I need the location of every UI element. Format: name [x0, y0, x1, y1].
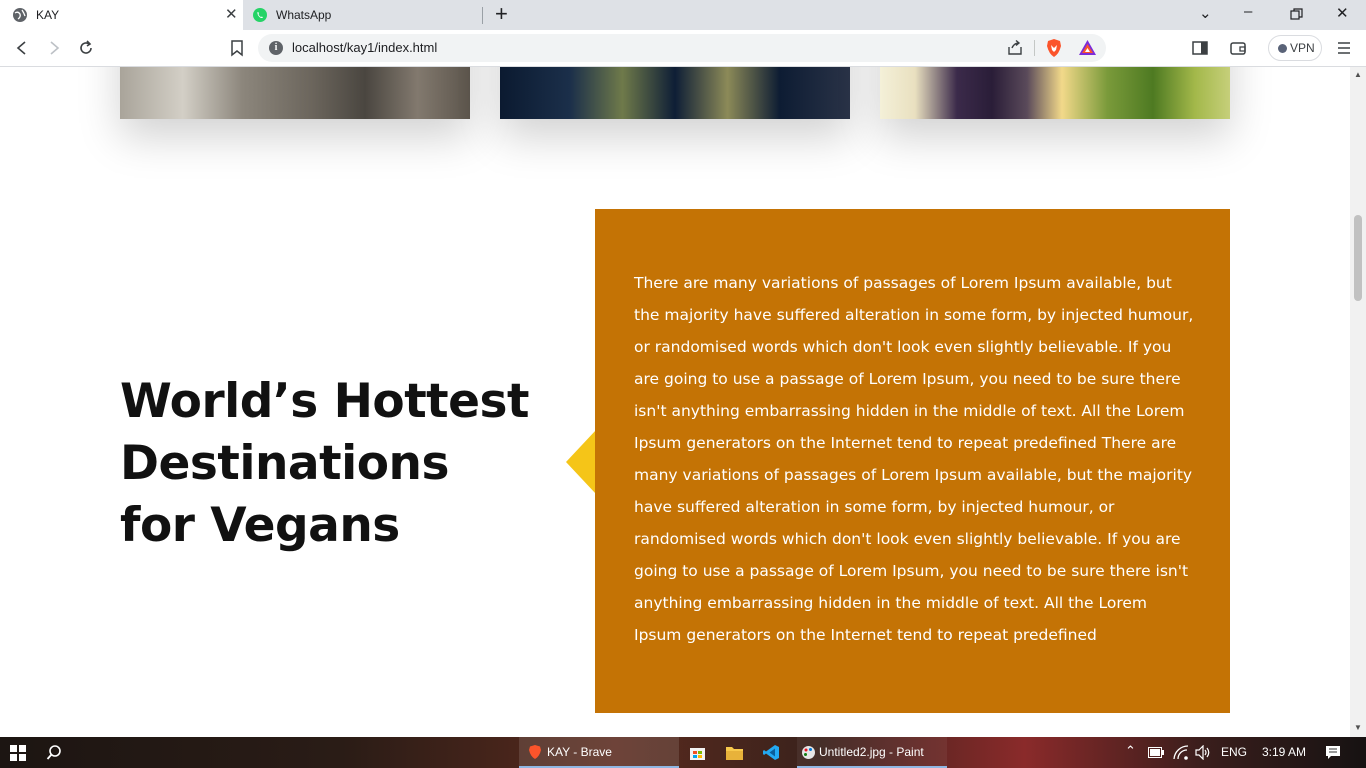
description-box: There are many variations of passages of… [595, 209, 1230, 713]
tab-strip: KAY ✕ WhatsApp + ⌄ – ✕ [0, 0, 1366, 30]
wallet-icon[interactable] [1229, 39, 1247, 57]
yellow-pointer [566, 430, 596, 494]
browser-toolbar: i localhost/kay1/index.html VPN [0, 30, 1366, 67]
brave-icon [529, 745, 541, 759]
store-icon[interactable] [689, 744, 706, 761]
scroll-up-icon[interactable]: ▲ [1354, 70, 1362, 79]
volume-icon[interactable] [1195, 745, 1212, 760]
new-tab-icon[interactable]: + [495, 3, 508, 25]
share-icon[interactable] [1006, 39, 1024, 57]
tab-whatsapp[interactable]: WhatsApp [243, 0, 483, 30]
page-scrollbar[interactable]: ▲ ▼ [1350, 67, 1366, 737]
taskbar-item-paint[interactable]: Untitled2.jpg - Paint [797, 737, 947, 768]
folder-icon[interactable] [726, 745, 743, 760]
battery-icon[interactable] [1148, 747, 1164, 758]
tab-title: WhatsApp [276, 8, 332, 22]
windows-start-icon[interactable] [10, 745, 26, 761]
image-sheep [120, 67, 470, 119]
notification-icon[interactable] [1325, 745, 1341, 760]
heading-line: for Vegans [120, 498, 400, 553]
language-indicator[interactable]: ENG [1221, 745, 1247, 759]
vpn-status-icon [1278, 44, 1287, 53]
vpn-label: VPN [1290, 41, 1315, 55]
address-bar[interactable]: i localhost/kay1/index.html [258, 34, 1106, 62]
close-window-icon[interactable]: ✕ [1336, 5, 1349, 23]
brave-shields-icon[interactable] [1045, 38, 1063, 58]
tab-title: KAY [36, 8, 60, 22]
sidebar-icon[interactable] [1191, 39, 1209, 57]
minimize-icon[interactable]: – [1244, 3, 1252, 21]
brave-rewards-icon[interactable] [1078, 39, 1097, 57]
description-text: There are many variations of passages of… [634, 274, 1194, 644]
whatsapp-icon [253, 8, 267, 22]
reload-icon[interactable] [77, 39, 95, 57]
section-heading: World’s Hottest Destinations for Vegans [120, 371, 529, 557]
close-icon[interactable]: ✕ [225, 7, 238, 22]
search-icon[interactable] [46, 744, 63, 761]
windows-taskbar: KAY - Brave Untitled2.jpg - Paint ⌃ ENG … [0, 737, 1366, 768]
wifi-icon[interactable] [1173, 745, 1189, 760]
restore-icon[interactable] [1290, 8, 1303, 21]
image-wheat [500, 67, 850, 119]
chevron-up-icon[interactable]: ⌃ [1125, 743, 1136, 759]
omnibox-divider [1034, 40, 1035, 56]
menu-icon[interactable] [1335, 39, 1353, 57]
heading-line: World’s Hottest [120, 374, 529, 429]
chevron-down-icon[interactable]: ⌄ [1199, 5, 1212, 23]
forward-icon[interactable] [45, 39, 63, 57]
taskbar-item-label: KAY - Brave [547, 745, 612, 759]
paint-icon [802, 746, 815, 759]
scrollbar-thumb[interactable] [1354, 215, 1362, 301]
bookmark-icon[interactable] [228, 39, 246, 57]
vscode-icon[interactable] [763, 744, 780, 761]
taskbar-item-brave[interactable]: KAY - Brave [519, 737, 679, 768]
url-text[interactable]: localhost/kay1/index.html [292, 40, 437, 55]
tab-kay[interactable]: KAY ✕ [0, 0, 243, 30]
heading-line: Destinations [120, 436, 449, 491]
vpn-button[interactable]: VPN [1268, 35, 1322, 61]
info-icon[interactable]: i [269, 41, 283, 55]
back-icon[interactable] [13, 39, 31, 57]
page-content: World’s Hottest Destinations for Vegans … [0, 67, 1350, 737]
globe-icon [13, 8, 27, 22]
clock[interactable]: 3:19 AM [1262, 745, 1306, 759]
tab-separator [482, 7, 483, 24]
scroll-down-icon[interactable]: ▼ [1354, 723, 1362, 732]
taskbar-item-label: Untitled2.jpg - Paint [819, 745, 924, 759]
image-grapes [880, 67, 1230, 119]
